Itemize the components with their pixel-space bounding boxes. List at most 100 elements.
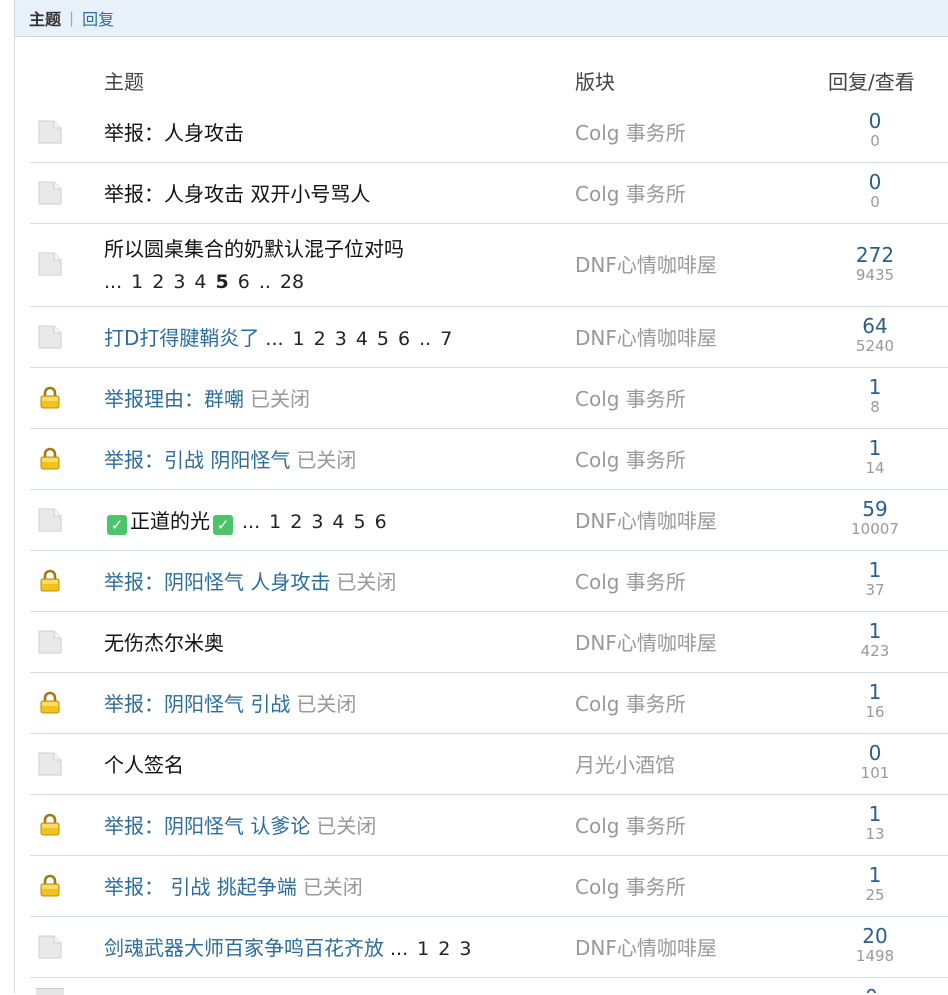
forum-link[interactable]: DNF心情咖啡屋 bbox=[575, 628, 717, 658]
page-link[interactable]: 4 bbox=[194, 271, 206, 293]
thread-stats: 64 5240 bbox=[825, 315, 925, 355]
page-link[interactable]: 3 bbox=[335, 328, 347, 350]
table-row: 举报：阴阳怪气 引战 已关闭 Colg 事务所 1 16 bbox=[30, 673, 948, 734]
document-icon bbox=[36, 323, 64, 351]
page-link[interactable]: 3 bbox=[173, 271, 185, 293]
page-link[interactable]: 4 bbox=[332, 511, 344, 533]
forum-link[interactable]: DNF心情咖啡屋 bbox=[575, 933, 717, 963]
reply-count[interactable]: 1 bbox=[825, 803, 925, 825]
forum-link[interactable]: Colg 事务所 bbox=[575, 384, 686, 414]
page-link[interactable]: 5 bbox=[377, 328, 389, 350]
page-link[interactable]: 1 bbox=[417, 938, 429, 960]
thread-stats: 1 14 bbox=[825, 437, 925, 477]
thread-title-link[interactable]: 无伤杰尔米奥 bbox=[104, 631, 224, 655]
document-icon bbox=[36, 750, 64, 778]
table-row: 打D打得腱鞘炎了... 1 2 3 4 5 6.. 7 DNF心情咖啡屋 64 5240 bbox=[30, 307, 948, 368]
page-link[interactable]: 6 bbox=[238, 271, 250, 293]
forum-link[interactable]: DNF心情咖啡屋 bbox=[575, 506, 717, 536]
page-links: ... 1 2 3 4 5 6.. 28 bbox=[104, 264, 404, 300]
reply-count[interactable]: 0 bbox=[825, 171, 925, 193]
page-link[interactable]: 5 bbox=[354, 511, 366, 533]
page-link[interactable]: 1 bbox=[131, 271, 143, 293]
thread-stats: 0 101 bbox=[825, 742, 925, 782]
header-forum: 版块 bbox=[575, 70, 615, 94]
view-count: 423 bbox=[860, 642, 890, 660]
page-link[interactable]: 6 bbox=[398, 328, 410, 350]
page-link[interactable]: 5 bbox=[216, 271, 229, 293]
thread-topic: 个人签名 bbox=[104, 750, 184, 780]
table-row: 举报理由：群嘲 已关闭 Colg 事务所 1 8 bbox=[30, 368, 948, 429]
thread-topic: 剑魂武器大师百家争鸣百花齐放... 1 2 3 bbox=[104, 933, 480, 964]
thread-title-link[interactable]: 正道的光 bbox=[130, 509, 210, 533]
reply-count[interactable]: 59 bbox=[825, 498, 925, 520]
page-ellipsis: ... bbox=[104, 271, 123, 293]
tab-replies[interactable]: 回复 bbox=[82, 6, 114, 30]
thread-topic: 举报：阴阳怪气 认爹论 已关闭 bbox=[104, 811, 376, 841]
reply-count[interactable]: 0 bbox=[825, 742, 925, 764]
thread-title-link[interactable]: 所以圆桌集合的奶默认混子位对吗 bbox=[104, 237, 404, 261]
reply-count[interactable]: 272 bbox=[825, 244, 925, 266]
page-link[interactable]: 3 bbox=[311, 511, 323, 533]
thread-title-link[interactable]: 举报： 引战 挑起争端 bbox=[104, 875, 297, 899]
forum-link[interactable]: 月光小酒馆 bbox=[575, 750, 675, 780]
page-link[interactable]: 28 bbox=[280, 271, 304, 293]
thread-topic: 举报：引战 阴阳怪气 已关闭 bbox=[104, 445, 356, 475]
thread-title-link[interactable]: 个人签名 bbox=[104, 753, 184, 777]
thread-title-link[interactable]: 剑魂武器大师百家争鸣百花齐放 bbox=[104, 936, 384, 960]
page-link[interactable]: 6 bbox=[375, 511, 387, 533]
view-count: 10007 bbox=[851, 520, 899, 538]
forum-link[interactable]: Colg 事务所 bbox=[575, 689, 686, 719]
forum-link[interactable]: Colg 事务所 bbox=[575, 118, 686, 148]
thread-title-link[interactable]: 举报：人身攻击 bbox=[104, 121, 244, 145]
page-link[interactable]: 2 bbox=[152, 271, 164, 293]
thread-title-link[interactable]: 举报：阴阳怪气 引战 bbox=[104, 692, 290, 716]
reply-count[interactable]: 1 bbox=[825, 620, 925, 642]
forum-link[interactable]: Colg 事务所 bbox=[575, 811, 686, 841]
reply-count[interactable]: 1 bbox=[825, 437, 925, 459]
thread-stats: 1 37 bbox=[825, 559, 925, 599]
page-link[interactable]: 2 bbox=[438, 938, 450, 960]
document-icon bbox=[36, 179, 64, 207]
forum-link[interactable]: Colg 事务所 bbox=[575, 445, 686, 475]
page-link[interactable]: 3 bbox=[459, 938, 471, 960]
page-links: ... 1 2 3 4 5 6 bbox=[242, 511, 396, 533]
thread-topic: 举报：阴阳怪气 引战 已关闭 bbox=[104, 689, 356, 719]
reply-count[interactable]: 20 bbox=[825, 925, 925, 947]
reply-count[interactable]: 1 bbox=[825, 864, 925, 886]
thread-title-link[interactable]: 举报：人身攻击 双开小号骂人 bbox=[104, 182, 370, 206]
thread-stats: 00 bbox=[825, 171, 925, 211]
forum-link[interactable]: Colg 事务所 bbox=[575, 567, 686, 597]
page-link[interactable]: 2 bbox=[314, 328, 326, 350]
document-icon bbox=[36, 628, 64, 656]
thread-title-link[interactable]: 举报：引战 阴阳怪气 bbox=[104, 448, 290, 472]
page-link[interactable]: 2 bbox=[290, 511, 302, 533]
tab-topics[interactable]: 主题 bbox=[29, 6, 61, 30]
reply-count[interactable]: 1 bbox=[825, 376, 925, 398]
page-link[interactable]: 7 bbox=[440, 328, 452, 350]
thread-stats: 18 bbox=[825, 376, 925, 416]
closed-badge: 已关闭 bbox=[316, 814, 377, 838]
table-row: 举报：人身攻击 Colg 事务所 0 0 bbox=[30, 102, 948, 163]
thread-title-link[interactable]: 举报：阴阳怪气 人身攻击 bbox=[104, 570, 330, 594]
reply-count[interactable]: 64 bbox=[825, 315, 925, 337]
forum-link[interactable]: DNF心情咖啡屋 bbox=[575, 323, 717, 353]
tab-bar: 主题 | 回复 bbox=[15, 0, 948, 37]
reply-count[interactable]: 0 bbox=[825, 110, 925, 132]
document-icon bbox=[36, 250, 64, 278]
forum-link[interactable]: Colg 事务所 bbox=[575, 179, 686, 209]
forum-link[interactable]: DNF心情咖啡屋 bbox=[575, 250, 717, 280]
thread-topic: 无伤杰尔米奥 bbox=[104, 628, 224, 658]
thread-title-link[interactable]: 举报：阴阳怪气 认爹论 bbox=[104, 814, 310, 838]
page-link[interactable]: 4 bbox=[356, 328, 368, 350]
page-link[interactable]: 1 bbox=[293, 328, 305, 350]
thread-title-link[interactable]: 打D打得腱鞘炎了 bbox=[104, 326, 259, 350]
reply-count[interactable]: 1 bbox=[825, 559, 925, 581]
thread-title-link[interactable]: 举报理由：群嘲 bbox=[104, 387, 244, 411]
table-row-partial: 0 bbox=[30, 982, 948, 995]
page-link[interactable]: 1 bbox=[269, 511, 281, 533]
forum-link[interactable]: Colg 事务所 bbox=[575, 872, 686, 902]
reply-count[interactable]: 1 bbox=[825, 681, 925, 703]
reply-count[interactable]: 0 bbox=[865, 982, 885, 993]
thread-topic: 举报：阴阳怪气 人身攻击 已关闭 bbox=[104, 567, 396, 597]
document-icon bbox=[36, 506, 64, 534]
